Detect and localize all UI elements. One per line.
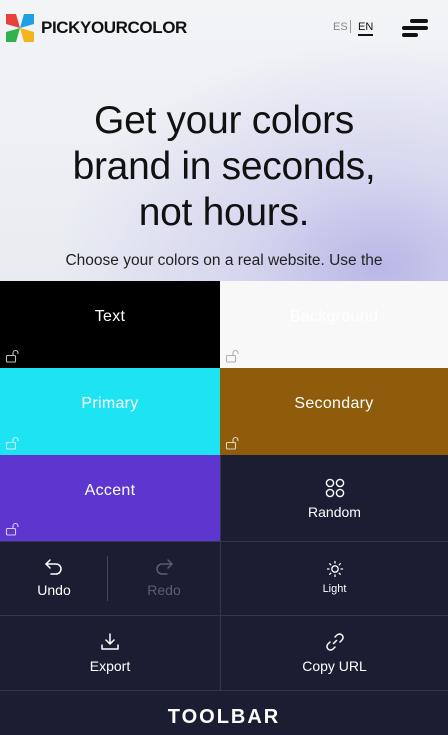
logo-icon[interactable] (6, 14, 34, 42)
random-button[interactable]: Random (220, 455, 448, 542)
copy-url-label: Copy URL (302, 658, 367, 674)
lang-en-link[interactable]: EN (358, 21, 374, 36)
swatch-label: Primary (81, 395, 139, 412)
undo-label: Undo (37, 582, 71, 598)
export-button[interactable]: Export (0, 615, 220, 690)
light-theme-button[interactable]: Light (220, 541, 448, 615)
site-header: PICKYOURCOLOR ES EN (0, 0, 448, 58)
unlock-icon[interactable] (5, 349, 19, 363)
link-icon (325, 633, 344, 651)
swatch-background[interactable]: Background (220, 281, 448, 368)
random-label: Random (308, 504, 361, 520)
brand-name[interactable]: PICKYOURCOLOR (41, 18, 187, 38)
menu-icon[interactable] (400, 18, 430, 40)
page-title: Get your colors brand in seconds, not ho… (72, 99, 376, 234)
download-icon (101, 633, 119, 650)
swatch-primary[interactable]: Primary (0, 368, 220, 455)
redo-icon (156, 559, 173, 575)
unlock-icon[interactable] (225, 436, 239, 450)
swatch-label: Secondary (294, 395, 374, 412)
swatch-label: Background (289, 308, 379, 325)
grid-icon (325, 478, 344, 498)
undo-button[interactable]: Undo (0, 541, 108, 615)
swatch-accent[interactable]: Accent (0, 455, 220, 541)
redo-button[interactable]: Redo (108, 541, 220, 615)
unlock-icon[interactable] (225, 349, 239, 363)
swatch-secondary[interactable]: Secondary (220, 368, 448, 455)
redo-label: Redo (147, 582, 181, 598)
hero-subtext: Choose your colors on a real website. Us… (65, 252, 383, 269)
swatch-label: Accent (84, 482, 136, 499)
lang-divider (350, 20, 351, 33)
swatch-label: Text (94, 308, 126, 325)
unlock-icon[interactable] (5, 436, 19, 450)
undo-icon (45, 559, 62, 575)
swatch-text[interactable]: Text (0, 281, 220, 368)
export-label: Export (89, 658, 131, 674)
sun-icon (326, 560, 343, 578)
copy-url-button[interactable]: Copy URL (220, 615, 448, 690)
hero-section: PICKYOURCOLOR ES EN Get your colors bran… (0, 0, 448, 282)
toolbar-heading[interactable]: TOOLBAR (0, 690, 448, 735)
unlock-icon[interactable] (5, 522, 19, 536)
lang-es-link[interactable]: ES (333, 21, 348, 33)
light-label: Light (322, 583, 347, 595)
